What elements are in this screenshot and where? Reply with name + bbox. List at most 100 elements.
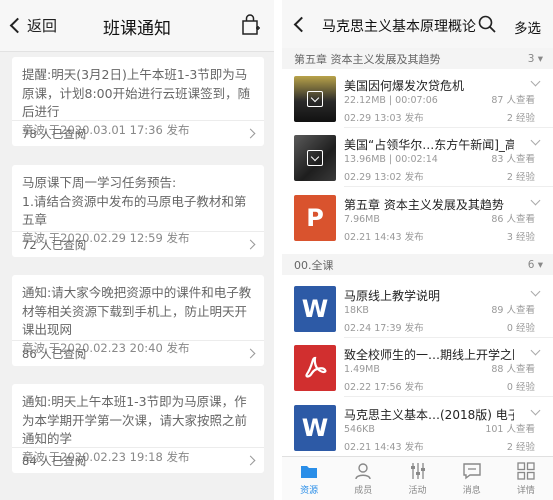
resource-info: 546KB	[344, 424, 375, 435]
resource-date: 02.24 17:39 发布	[344, 323, 424, 334]
resource-name: 马原线上教学说明	[344, 289, 441, 303]
download-icon	[307, 150, 323, 166]
view-count: 83 人查看	[491, 154, 535, 165]
view-count: 87 人查看	[491, 95, 535, 106]
page-title: 马克思主义基本原理概论	[322, 19, 476, 35]
exp-points: 2 经验	[506, 172, 535, 183]
resource-row[interactable]: 致全校师生的一…期线上开学之际 1.49MB 02.22 17:56 发布 88…	[282, 339, 553, 397]
chevron-down-icon[interactable]	[530, 345, 541, 356]
read-count: 86 人已查阅	[22, 346, 87, 361]
read-count-row[interactable]: 86 人已查阅	[12, 340, 264, 366]
sliders-icon	[410, 463, 425, 479]
acrobat-icon	[305, 356, 327, 378]
view-count: 101 人查看	[485, 424, 535, 435]
notice-card[interactable]: 通知:明天上午本班1-3节即为马原课，作为本学期开学第一次课，请大家按照之前通知…	[12, 384, 264, 473]
tab-label: 详情	[516, 486, 535, 496]
pdf-file-icon	[294, 345, 336, 391]
read-count-row[interactable]: 72 人已查阅	[12, 231, 264, 257]
shopping-bag-add-icon[interactable]	[240, 14, 260, 36]
resource-panel: 马克思主义基本原理概论 多选 第五章 资本主义发展及其趋势 3 ▾ 美国因何爆发…	[282, 0, 553, 500]
view-count: 88 人查看	[491, 364, 535, 375]
notice-header: 返回 班课通知	[0, 0, 274, 52]
tab-label: 消息	[462, 486, 481, 496]
ppt-file-icon: P	[294, 195, 336, 241]
section-title: 第五章 资本主义发展及其趋势	[294, 52, 441, 66]
chevron-right-icon	[245, 455, 256, 466]
exp-points: 2 经验	[506, 113, 535, 124]
tab-details[interactable]: 详情	[499, 457, 553, 500]
read-count-row[interactable]: 84 人已查阅	[12, 447, 264, 473]
notice-panel: 返回 班课通知 提醒:明天(3月2日)上午本班1-3节即为马原课，计划8:00开…	[0, 0, 274, 500]
divider	[344, 127, 553, 128]
view-count: 86 人查看	[491, 214, 535, 225]
chevron-right-icon	[245, 348, 256, 359]
resource-row[interactable]: W 马克思主义基本…(2018版) 电子版 546KB 02.21 14:43 …	[282, 399, 553, 457]
tab-activities[interactable]: 活动	[390, 457, 444, 500]
resource-info: 13.96MB | 00:02:14	[344, 154, 438, 165]
resource-name: 美国“占领华尔…东方午新闻]_高清	[344, 138, 514, 152]
section-header[interactable]: 第五章 资本主义发展及其趋势 3 ▾	[282, 48, 553, 69]
divider	[344, 396, 553, 397]
resource-row[interactable]: W 马原线上教学说明 18KB 02.24 17:39 发布 89 人查看 0 …	[282, 280, 553, 338]
resource-row[interactable]: P 第五章 资本主义发展及其趋势 7.96MB 02.21 14:43 发布 8…	[282, 189, 553, 247]
resource-row[interactable]: 美国因何爆发次贷危机 22.12MB | 00:07:06 02.29 13:0…	[282, 70, 553, 128]
resource-info: 7.96MB	[344, 214, 380, 225]
resource-row[interactable]: 美国“占领华尔…东方午新闻]_高清 13.96MB | 00:02:14 02.…	[282, 129, 553, 187]
section-header[interactable]: 00.全课 6 ▾	[282, 254, 553, 275]
read-count: 84 人已查阅	[22, 453, 87, 468]
notice-card[interactable]: 马原课下周一学习任务预告: 1.请结合资源中发布的马原电子教材和第五章 章波 于…	[12, 165, 264, 257]
read-count: 72 人已查阅	[22, 237, 87, 252]
multi-select-button[interactable]: 多选	[514, 17, 541, 37]
chevron-down-icon[interactable]	[530, 405, 541, 416]
chat-icon	[463, 463, 481, 480]
tab-label: 活动	[408, 486, 427, 496]
chevron-down-icon[interactable]	[530, 135, 541, 146]
video-thumbnail	[294, 76, 336, 122]
divider	[344, 186, 553, 187]
bottom-tab-bar: 资源 成员 活动 消息 详情	[282, 456, 553, 500]
chevron-down-icon[interactable]	[530, 286, 541, 297]
panel-divider	[274, 0, 282, 500]
read-count: 78 人已查阅	[22, 126, 87, 141]
resource-info: 1.49MB	[344, 364, 380, 375]
search-icon[interactable]	[478, 15, 496, 33]
exp-points: 3 经验	[506, 232, 535, 243]
section-toggle[interactable]: 3 ▾	[528, 53, 543, 65]
back-button[interactable]	[293, 16, 310, 33]
chevron-down-icon[interactable]	[530, 76, 541, 87]
notice-text: 提醒:明天(3月2日)上午本班1-3节即为马原课，计划8:00开始进行云班课签到…	[22, 67, 251, 119]
download-icon	[307, 91, 323, 107]
section-title: 00.全课	[294, 258, 334, 272]
chevron-right-icon	[245, 239, 256, 250]
section-toggle[interactable]: 6 ▾	[528, 259, 543, 271]
resource-date: 02.22 17:56 发布	[344, 382, 424, 393]
grid-icon	[517, 462, 535, 480]
resource-date: 02.21 14:43 发布	[344, 442, 424, 453]
resource-name: 美国因何爆发次贷危机	[344, 79, 465, 93]
tab-resources[interactable]: 资源	[282, 457, 336, 500]
resource-info: 22.12MB | 00:07:06	[344, 95, 438, 106]
back-button[interactable]: 返回	[9, 15, 58, 36]
tab-members[interactable]: 成员	[336, 457, 390, 500]
word-file-icon: W	[294, 405, 336, 451]
resource-header: 马克思主义基本原理概论 多选	[282, 0, 553, 52]
chevron-right-icon	[245, 128, 256, 139]
notice-text: 马原课下周一学习任务预告: 1.请结合资源中发布的马原电子教材和第五章	[22, 175, 247, 227]
notice-text: 通知:请大家今晚把资源中的课件和电子教材等相关资源下载到手机上，防止明天开课出现…	[22, 285, 252, 337]
video-thumbnail	[294, 135, 336, 181]
read-count-row[interactable]: 78 人已查阅	[12, 120, 264, 146]
exp-points: 2 经验	[506, 442, 535, 453]
back-label: 返回	[27, 17, 58, 35]
section-count: 3	[527, 52, 535, 65]
resource-date: 02.29 13:03 发布	[344, 113, 424, 124]
view-count: 89 人查看	[491, 305, 535, 316]
notice-text: 通知:明天上午本班1-3节即为马原课，作为本学期开学第一次课，请大家按照之前通知…	[22, 394, 248, 446]
section-count: 6	[527, 258, 535, 271]
notice-card[interactable]: 通知:请大家今晚把资源中的课件和电子教材等相关资源下载到手机上，防止明天开课出现…	[12, 275, 264, 366]
tab-label: 成员	[354, 486, 373, 496]
chevron-down-icon[interactable]	[530, 195, 541, 206]
folder-icon	[301, 466, 318, 478]
exp-points: 0 经验	[506, 323, 535, 334]
tab-messages[interactable]: 消息	[445, 457, 499, 500]
notice-card[interactable]: 提醒:明天(3月2日)上午本班1-3节即为马原课，计划8:00开始进行云班课签到…	[12, 57, 264, 146]
